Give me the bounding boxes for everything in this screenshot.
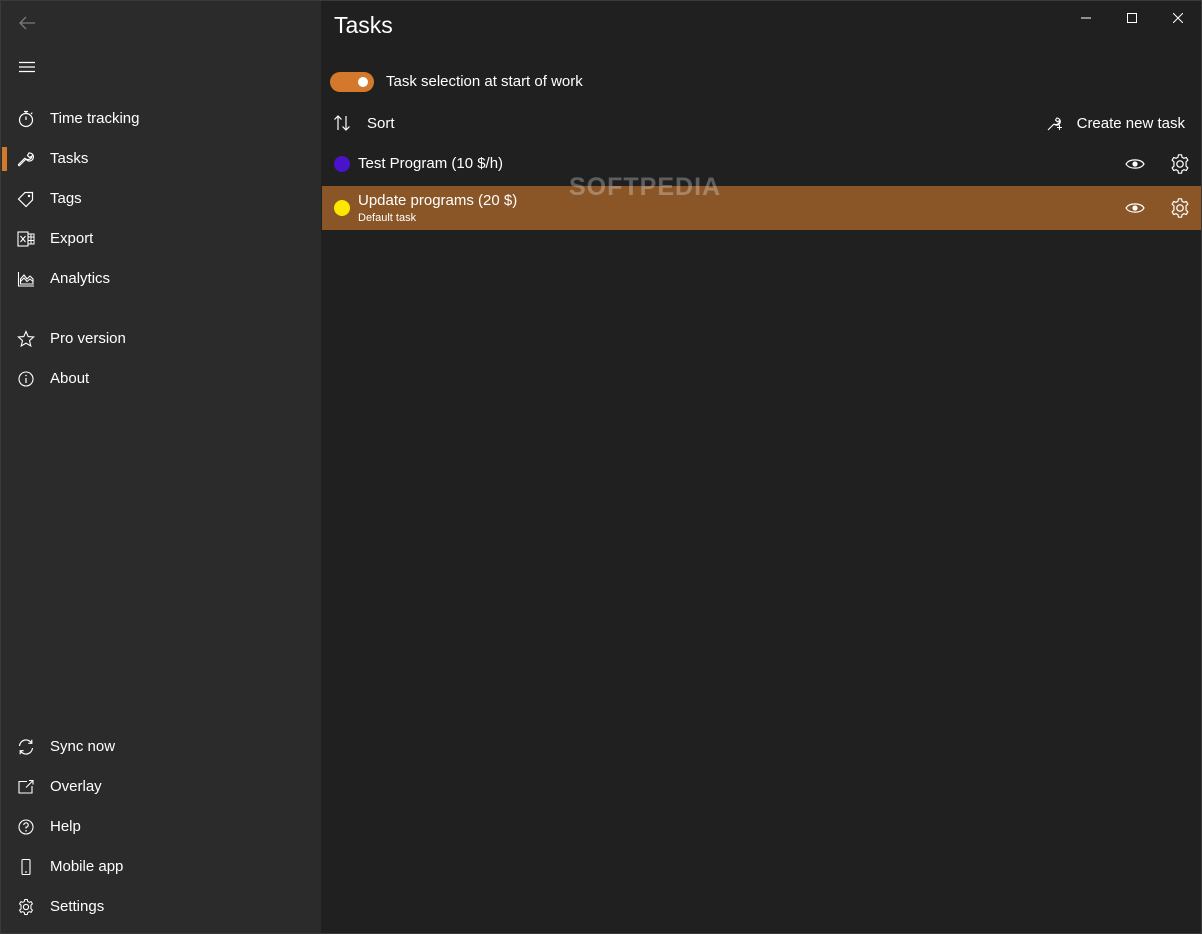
sync-icon [16,737,36,757]
sidebar-item-export[interactable]: Export [1,219,321,259]
sidebar-item-sync-now[interactable]: Sync now [1,727,321,767]
sidebar-item-label: Overlay [50,778,102,795]
task-default-label: Default task [358,212,417,224]
close-button[interactable] [1155,1,1201,35]
task-settings-button[interactable] [1168,152,1192,176]
sidebar-item-tags[interactable]: Tags [1,179,321,219]
maximize-icon [1127,13,1137,23]
add-wrench-icon [1047,117,1062,131]
task-color-dot [334,200,350,216]
sidebar-item-label: Pro version [50,330,126,347]
excel-icon [16,229,36,249]
sidebar-item-overlay[interactable]: Overlay [1,767,321,807]
task-visibility-button[interactable] [1124,153,1146,175]
task-text: Update programs (20 $) Default task [358,192,517,225]
task-visibility-button[interactable] [1124,197,1146,219]
area-chart-icon [16,269,36,289]
sidebar-item-label: Export [50,230,94,247]
app-window: Time tracking Tasks Tags Export Analytic… [0,0,1202,934]
task-name: Update programs (20 $) [358,192,518,209]
menu-button[interactable] [9,49,45,85]
minimize-button[interactable] [1063,1,1109,35]
softpedia-watermark: SOFTPEDIA [569,173,722,201]
gear-icon [1171,198,1189,218]
task-selection-toggle-row: Task selection at start of work [330,71,583,93]
toggle-label: Task selection at start of work [386,73,583,90]
sidebar-item-label: Tags [50,190,82,207]
back-button[interactable] [9,5,45,41]
task-row[interactable]: Update programs (20 $) Default task [322,186,1201,230]
eye-icon [1125,159,1145,169]
sort-icon [334,115,350,131]
sidebar-item-label: Time tracking [50,110,140,127]
task-settings-button[interactable] [1168,196,1192,220]
sidebar-item-pro-version[interactable]: Pro version [1,319,321,359]
task-name: Test Program (10 $/h) [358,155,504,172]
selection-indicator [2,147,7,171]
gear-icon [1171,154,1189,174]
tag-icon [16,189,36,209]
gear-icon [16,897,36,917]
sort-button[interactable]: Sort [333,111,395,135]
sidebar-item-label: Tasks [50,150,89,167]
back-arrow-icon [19,16,35,30]
sidebar-item-label: Mobile app [50,858,124,875]
sidebar-item-label: About [50,370,90,387]
sidebar-item-label: Help [50,818,81,835]
task-selection-toggle[interactable] [330,72,374,92]
phone-icon [16,857,36,877]
sidebar-item-about[interactable]: About [1,359,321,399]
sidebar-item-help[interactable]: Help [1,807,321,847]
star-icon [16,329,36,349]
task-color-dot [334,156,350,172]
wrench-icon [16,149,36,169]
info-icon [16,369,36,389]
help-icon [16,817,36,837]
toggle-knob [358,77,368,87]
main-content: Tasks Task selection at start of work So… [321,1,1201,933]
page-title: Tasks [334,12,393,38]
hamburger-menu-icon [19,61,35,73]
eye-icon [1125,203,1145,213]
task-text: Test Program (10 $/h) [358,155,503,173]
create-new-task-label: Create new task [1076,114,1185,132]
sidebar: Time tracking Tasks Tags Export Analytic… [1,1,321,933]
sidebar-item-label: Sync now [50,738,116,755]
sidebar-item-mobile-app[interactable]: Mobile app [1,847,321,887]
create-new-task-button[interactable]: Create new task [1045,111,1185,135]
sidebar-item-time-tracking[interactable]: Time tracking [1,99,321,139]
sort-label: Sort [367,114,395,132]
overlay-icon [16,777,36,797]
sidebar-item-settings[interactable]: Settings [1,887,321,927]
sidebar-item-analytics[interactable]: Analytics [1,259,321,299]
sidebar-item-label: Settings [50,898,105,915]
stopwatch-icon [16,109,36,129]
close-icon [1173,13,1183,23]
maximize-button[interactable] [1109,1,1155,35]
minimize-icon [1081,17,1091,19]
sidebar-item-label: Analytics [50,270,111,287]
sidebar-item-tasks[interactable]: Tasks [1,139,321,179]
window-controls [1063,1,1201,35]
task-row[interactable]: Test Program (10 $/h) [322,144,1201,184]
